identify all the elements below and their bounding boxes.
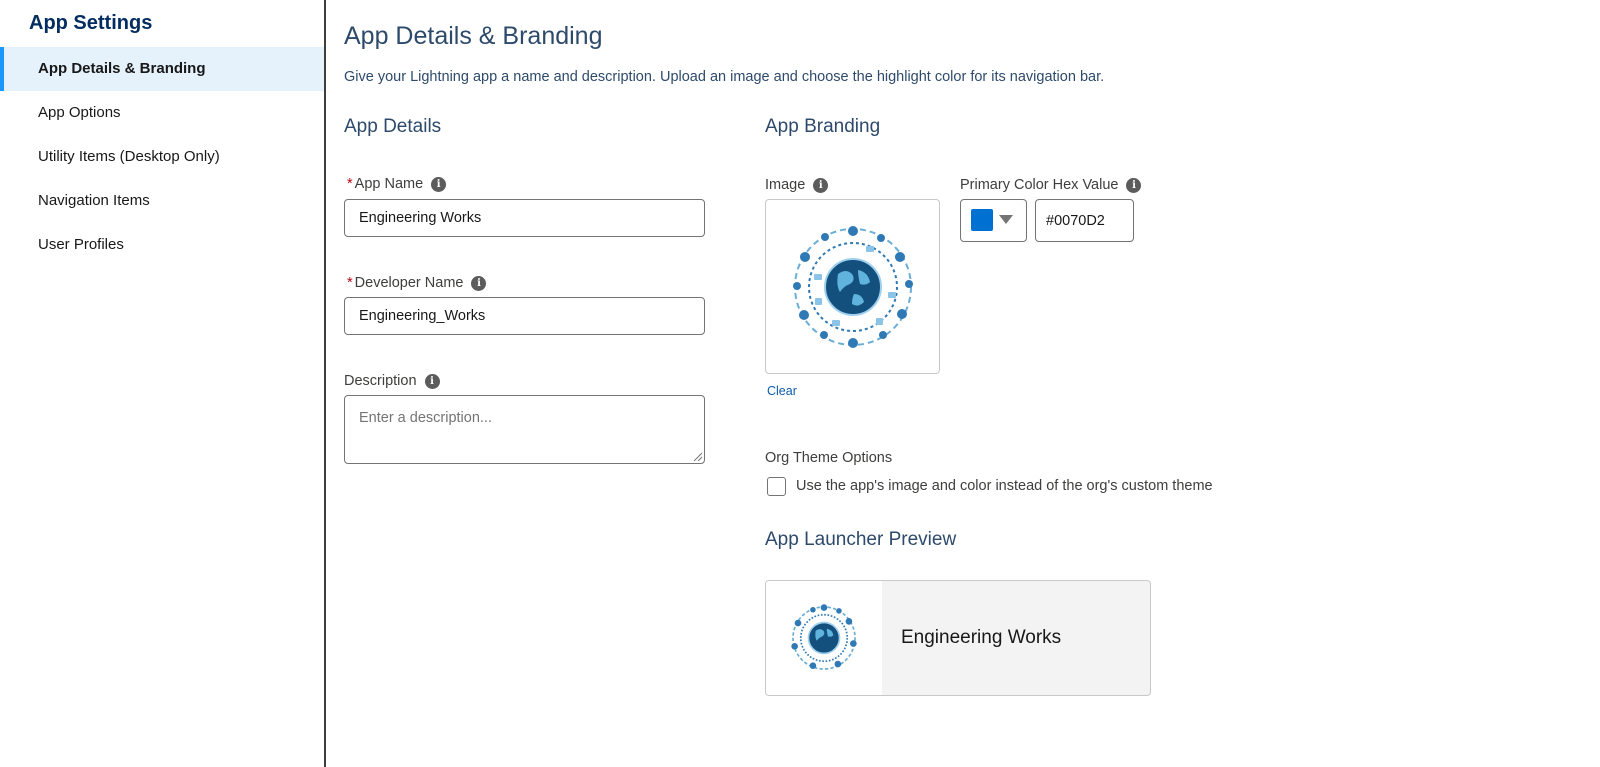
image-label: Image i [765, 177, 829, 193]
required-marker: * [347, 275, 353, 291]
sidebar-item-utility-items[interactable]: Utility Items (Desktop Only) [0, 135, 324, 179]
clear-image-link[interactable]: Clear [767, 384, 797, 398]
preview-app-name: Engineering Works [901, 627, 1062, 648]
sidebar-item-app-options[interactable]: App Options [0, 91, 324, 135]
sidebar-divider [324, 0, 326, 767]
main-content: App Details & Branding Give your Lightni… [344, 0, 1600, 767]
info-icon[interactable]: i [1126, 177, 1142, 193]
app-name-input[interactable]: Engineering Works [344, 199, 705, 237]
page-description: Give your Lightning app a name and descr… [344, 69, 1105, 85]
developer-name-value: Engineering_Works [359, 308, 486, 324]
app-branding-heading: App Branding [765, 116, 881, 137]
sidebar-item-app-details-branding[interactable]: App Details & Branding [0, 47, 324, 91]
sidebar-item-navigation-items[interactable]: Navigation Items [0, 179, 324, 223]
required-marker: * [347, 176, 353, 192]
info-icon[interactable]: i [471, 275, 487, 291]
developer-name-label-text: Developer Name [354, 275, 464, 291]
page-title: App Details & Branding [344, 22, 603, 50]
hex-color-input[interactable]: #0070D2 [1035, 199, 1134, 242]
sidebar-item-user-profiles[interactable]: User Profiles [0, 223, 324, 267]
description-textarea[interactable]: Enter a description... [344, 395, 705, 464]
app-name-label: * App Name i [347, 176, 447, 192]
color-swatch [971, 209, 993, 231]
sidebar-nav: App Details & Branding App Options Utili… [0, 47, 324, 267]
image-label-text: Image [765, 177, 806, 193]
hex-color-value: #0070D2 [1046, 212, 1105, 229]
preview-icon-container [766, 581, 882, 695]
description-label: Description i [344, 373, 440, 389]
color-picker-button[interactable] [960, 199, 1027, 242]
sidebar-title: App Settings [29, 12, 153, 34]
info-icon[interactable]: i [431, 176, 447, 192]
resize-handle-icon[interactable] [693, 452, 702, 461]
app-image-upload[interactable] [765, 199, 940, 374]
org-theme-checkbox-label[interactable]: Use the app's image and color instead of… [796, 478, 1213, 494]
settings-sidebar: App Settings App Details & Branding App … [0, 0, 325, 767]
info-icon[interactable]: i [424, 373, 440, 389]
globe-technology-icon [792, 225, 913, 348]
developer-name-label: * Developer Name i [347, 275, 487, 291]
app-details-heading: App Details [344, 116, 442, 137]
app-launcher-preview-card: Engineering Works [765, 580, 1151, 696]
description-placeholder: Enter a description... [359, 410, 492, 426]
app-launcher-preview-heading: App Launcher Preview [765, 529, 957, 550]
developer-name-input[interactable]: Engineering_Works [344, 297, 705, 335]
org-theme-label: Org Theme Options [765, 450, 892, 466]
org-theme-checkbox[interactable] [767, 477, 786, 496]
app-name-label-text: App Name [354, 176, 424, 192]
org-theme-label-text: Org Theme Options [765, 450, 893, 466]
globe-technology-icon [791, 604, 857, 670]
description-label-text: Description [344, 373, 417, 389]
primary-color-label-text: Primary Color Hex Value [960, 177, 1119, 193]
chevron-down-icon [999, 215, 1013, 224]
info-icon[interactable]: i [813, 177, 829, 193]
app-name-value: Engineering Works [359, 210, 482, 226]
primary-color-label: Primary Color Hex Value i [960, 177, 1142, 193]
